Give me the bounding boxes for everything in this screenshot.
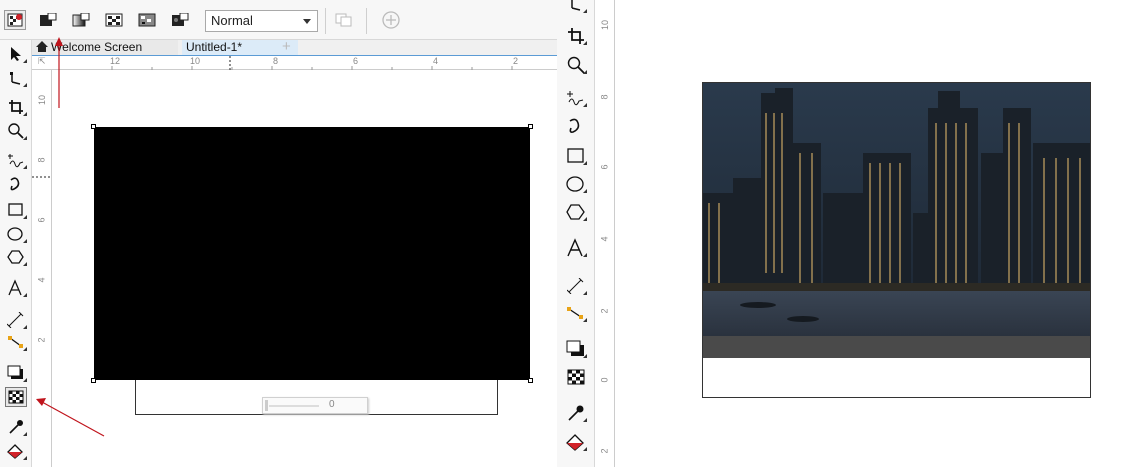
pattern-transparency-icon bbox=[105, 13, 123, 27]
ruler-label: 10 bbox=[600, 19, 611, 31]
uniform-transparency-button[interactable] bbox=[37, 10, 59, 30]
dimension-tool-button[interactable] bbox=[5, 310, 27, 330]
texture-transparency-icon bbox=[172, 13, 189, 26]
artistic-media-icon bbox=[569, 118, 580, 133]
toolbar-divider bbox=[366, 8, 367, 34]
connector-tool-button[interactable] bbox=[5, 332, 27, 352]
selection-handle[interactable] bbox=[528, 378, 533, 383]
freehand-tool-icon bbox=[8, 154, 24, 168]
merge-mode-value: Normal bbox=[211, 13, 253, 28]
transparency-tool-icon bbox=[8, 390, 24, 404]
ruler-label: 4 bbox=[599, 236, 610, 242]
tab-label: Untitled-1* bbox=[186, 40, 243, 54]
slider-value: 0 bbox=[329, 399, 335, 410]
city-skyline-image bbox=[703, 83, 1090, 336]
transparency-slider[interactable]: 0 bbox=[262, 397, 368, 414]
ruler-label: 8 bbox=[599, 94, 610, 100]
ellipse-tool-button[interactable] bbox=[5, 224, 27, 244]
pick-tool-button[interactable] bbox=[5, 44, 27, 64]
freehand-tool-button[interactable] bbox=[565, 88, 587, 108]
eyedropper-icon bbox=[9, 420, 23, 434]
vector-pattern-transparency-button[interactable] bbox=[103, 10, 125, 30]
fountain-transparency-button[interactable] bbox=[70, 10, 92, 30]
selection-handle[interactable] bbox=[91, 378, 96, 383]
tab-label: Welcome Screen bbox=[51, 40, 143, 54]
interactive-fill-button[interactable] bbox=[5, 441, 27, 461]
property-bar: Normal bbox=[0, 0, 557, 40]
ruler-ticks bbox=[111, 56, 513, 70]
eyedropper-tool-button[interactable] bbox=[5, 417, 27, 437]
home-icon bbox=[36, 41, 48, 52]
slider-thumb[interactable] bbox=[265, 400, 268, 411]
transparency-tool-icon bbox=[567, 369, 585, 385]
copy-properties-icon bbox=[335, 13, 352, 27]
crop-tool-icon bbox=[9, 100, 23, 114]
chevron-down-icon bbox=[303, 19, 311, 24]
fountain-transparency-icon bbox=[72, 13, 90, 27]
document-tabs: Welcome Screen Untitled-1* + bbox=[32, 39, 557, 56]
corel-left-window: Normal Welcome Screen Untitled-1* + ⇱ 12… bbox=[0, 0, 557, 467]
shape-tool-button[interactable] bbox=[565, 0, 587, 14]
slider-track bbox=[269, 405, 319, 407]
toolbox bbox=[0, 40, 32, 467]
toolbar-divider bbox=[325, 8, 326, 34]
crop-tool-button[interactable] bbox=[565, 26, 587, 46]
selected-rectangle-object[interactable] bbox=[91, 124, 533, 383]
zoom-tool-icon bbox=[8, 123, 24, 139]
artistic-media-button[interactable] bbox=[565, 116, 587, 136]
polygon-tool-button[interactable] bbox=[565, 202, 587, 222]
transparency-tool-button[interactable] bbox=[5, 387, 27, 407]
text-tool-button[interactable] bbox=[5, 278, 27, 298]
result-preview bbox=[702, 82, 1091, 398]
ruler-label: 2 bbox=[599, 448, 610, 454]
transparency-tool-button[interactable] bbox=[565, 367, 587, 387]
ruler-label: 2 bbox=[599, 308, 610, 314]
pick-tool-icon bbox=[11, 47, 21, 61]
vertical-ruler[interactable]: 10 8 6 4 2 bbox=[32, 70, 52, 467]
transparency-none-button[interactable] bbox=[4, 10, 26, 30]
copy-transparency-button[interactable] bbox=[333, 10, 355, 30]
ruler-label: 6 bbox=[599, 164, 610, 170]
text-tool-button[interactable] bbox=[565, 238, 587, 258]
add-tab-button[interactable]: + bbox=[278, 39, 291, 55]
rectangle-tool-button[interactable] bbox=[5, 200, 27, 220]
uniform-transparency-icon bbox=[40, 13, 57, 26]
artistic-media-icon bbox=[10, 177, 20, 191]
drop-shadow-tool-button[interactable] bbox=[565, 339, 587, 359]
toolbox-secondary bbox=[557, 0, 595, 467]
selection-handle[interactable] bbox=[528, 124, 533, 129]
connector-tool-button[interactable] bbox=[565, 303, 587, 323]
shape-tool-icon bbox=[571, 0, 581, 11]
zoom-tool-button[interactable] bbox=[565, 55, 587, 75]
skyline-picture bbox=[703, 83, 1090, 336]
semi-transparent-overlay-band bbox=[703, 336, 1090, 358]
bitmap-pattern-icon bbox=[138, 13, 156, 27]
freehand-tool-button[interactable] bbox=[5, 150, 27, 170]
drop-shadow-tool-button[interactable] bbox=[5, 363, 27, 383]
interactive-fill-button[interactable] bbox=[565, 432, 587, 452]
ruler-ticks bbox=[32, 176, 52, 178]
dimension-tool-button[interactable] bbox=[565, 276, 587, 296]
ellipse-tool-button[interactable] bbox=[565, 174, 587, 194]
selection-handle[interactable] bbox=[91, 124, 96, 129]
artistic-media-button[interactable] bbox=[5, 174, 27, 194]
texture-transparency-button[interactable] bbox=[169, 10, 191, 30]
ruler-label: 0 bbox=[599, 377, 610, 383]
horizontal-ruler[interactable]: ⇱ 12 10 8 6 4 2 bbox=[32, 56, 557, 70]
crop-tool-button[interactable] bbox=[5, 97, 27, 117]
vertical-ruler-secondary[interactable]: 10 8 6 4 2 0 2 bbox=[595, 0, 615, 467]
no-transparency-icon bbox=[7, 13, 23, 27]
polygon-tool-button[interactable] bbox=[5, 247, 27, 267]
plus-circle-icon bbox=[382, 11, 400, 29]
zoom-tool-button[interactable] bbox=[5, 121, 27, 141]
tab-welcome-screen[interactable]: Welcome Screen bbox=[32, 40, 178, 55]
shape-tool-button[interactable] bbox=[5, 68, 27, 88]
shape-tool-icon bbox=[10, 72, 21, 85]
freeze-transparency-button[interactable] bbox=[380, 10, 402, 30]
rectangle-tool-button[interactable] bbox=[565, 146, 587, 166]
bitmap-pattern-transparency-button[interactable] bbox=[136, 10, 158, 30]
eyedropper-tool-button[interactable] bbox=[565, 403, 587, 423]
merge-mode-dropdown[interactable]: Normal bbox=[205, 10, 318, 32]
